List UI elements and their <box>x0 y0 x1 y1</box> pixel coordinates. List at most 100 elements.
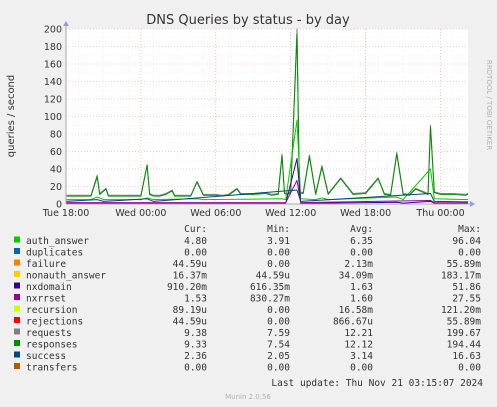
legend-swatch <box>14 248 20 254</box>
legend-header: Cur: <box>184 224 207 235</box>
legend-swatch <box>14 305 20 312</box>
legend-value: 9.38 <box>184 328 207 339</box>
legend-name: auth_answer <box>26 236 89 247</box>
legend-value: 4.80 <box>184 236 207 247</box>
legend-name: requests <box>26 328 72 339</box>
y-tick-label: 40 <box>50 165 62 176</box>
legend-value: 6.35 <box>350 236 373 247</box>
legend-value: 55.89m <box>447 259 482 270</box>
legend-name: duplicates <box>26 248 83 259</box>
legend-header: Avg: <box>350 224 373 235</box>
x-tick-label: Wed 12:00 <box>265 208 316 219</box>
legend-value: 3.91 <box>267 236 290 247</box>
y-tick-label: 160 <box>44 60 62 71</box>
munin-version: Munin 2.0.56 <box>225 393 271 401</box>
legend-swatch <box>14 294 20 300</box>
legend-name: rejections <box>26 317 83 328</box>
legend-value: 0.00 <box>350 363 373 374</box>
y-axis-label: queries / second <box>6 75 17 157</box>
legend-swatch <box>14 351 20 358</box>
x-tick-label: Thu 00:00 <box>415 208 464 219</box>
legend-value: 1.60 <box>350 294 373 305</box>
legend-name: recursion <box>26 305 77 316</box>
legend-value: 2.13m <box>344 259 373 270</box>
legend-value: 27.55 <box>452 294 481 305</box>
x-axis-arrow <box>470 201 475 207</box>
legend-swatch <box>14 282 20 289</box>
legend-name: nonauth_answer <box>26 271 106 282</box>
legend-swatch <box>14 363 20 369</box>
legend-swatch <box>14 271 20 277</box>
legend-value: 0.00 <box>267 305 290 316</box>
legend-value: 0.00 <box>267 259 290 270</box>
legend-value: 0.00 <box>184 248 207 259</box>
y-tick-label: 180 <box>44 42 62 53</box>
legend-value: 44.59u <box>256 271 290 282</box>
legend-value: 44.59u <box>173 259 207 270</box>
legend-value: 16.58m <box>339 305 374 316</box>
legend-value: 0.00 <box>458 363 481 374</box>
x-tick-label: Tue 18:00 <box>42 208 90 219</box>
legend-name: transfers <box>26 363 77 374</box>
legend-value: 183.17m <box>441 271 481 282</box>
legend-name: success <box>26 351 66 362</box>
legend-value: 9.33 <box>184 340 207 351</box>
legend-value: 616.35m <box>250 282 290 293</box>
legend-value: 194.44 <box>447 340 482 351</box>
legend-value: 44.59u <box>173 317 207 328</box>
last-update: Last update: Thu Nov 21 03:15:07 2024 <box>271 378 483 389</box>
x-tick-label: Wed 06:00 <box>190 208 241 219</box>
rrdtool-watermark: RRDTOOL / TOBI OETIKER <box>485 60 493 150</box>
legend-header: Min: <box>267 224 290 235</box>
legend-value: 1.53 <box>184 294 207 305</box>
legend-name: nxrrset <box>26 294 66 305</box>
legend-value: 34.09m <box>339 271 374 282</box>
y-tick-label: 60 <box>50 147 62 158</box>
legend-value: 830.27m <box>250 294 290 305</box>
legend-swatch <box>14 236 20 243</box>
legend-value: 0.00 <box>267 248 290 259</box>
y-tick-label: 120 <box>44 95 62 106</box>
legend-name: failure <box>26 259 66 270</box>
munin-dns-chart: DNS Queries by status - by day queries /… <box>6 13 493 401</box>
legend-value: 1.63 <box>350 282 373 293</box>
y-tick-label: 200 <box>44 25 62 36</box>
legend-value: 12.12 <box>344 340 373 351</box>
legend-value: 3.14 <box>350 351 373 362</box>
y-axis-arrow <box>63 21 69 26</box>
legend-swatch <box>14 259 20 266</box>
legend-table: Cur: Min: Avg: Max: auth_answer 4.80 3.91 6.35 9… <box>14 224 481 374</box>
y-tick-label: 20 <box>50 182 62 193</box>
legend-name: nxdomain <box>26 282 72 293</box>
legend-value: 121.20m <box>441 305 481 316</box>
legend-value: 199.67 <box>447 328 481 339</box>
x-tick-label: Wed 18:00 <box>340 208 391 219</box>
legend-value: 0.00 <box>350 248 373 259</box>
legend-value: 16.37m <box>173 271 208 282</box>
legend-value: 2.05 <box>267 351 290 362</box>
x-tick-label: Wed 00:00 <box>115 208 166 219</box>
legend-swatch <box>14 328 20 335</box>
legend-value: 96.04 <box>452 236 481 247</box>
legend-value: 0.00 <box>267 317 290 328</box>
legend-value: 89.19u <box>173 305 207 316</box>
legend-value: 0.00 <box>458 248 481 259</box>
legend-value: 12.21 <box>344 328 373 339</box>
legend-value: 2.36 <box>184 351 207 362</box>
chart-title: DNS Queries by status - by day <box>146 13 350 28</box>
legend-swatch <box>14 317 20 323</box>
y-tick-label: 80 <box>50 130 62 141</box>
y-tick-label: 100 <box>44 112 62 123</box>
legend-value: 16.63 <box>452 351 481 362</box>
legend-name: responses <box>26 340 77 351</box>
y-tick-label: 140 <box>44 77 62 88</box>
legend-value: 910.20m <box>167 282 207 293</box>
legend-header: Max: <box>458 224 481 235</box>
legend-value: 7.54 <box>267 340 290 351</box>
legend-value: 866.67u <box>333 317 373 328</box>
legend-value: 0.00 <box>184 363 207 374</box>
legend-value: 7.59 <box>267 328 290 339</box>
legend-value: 55.89m <box>447 317 482 328</box>
legend-value: 0.00 <box>267 363 290 374</box>
legend-swatch <box>14 340 20 346</box>
